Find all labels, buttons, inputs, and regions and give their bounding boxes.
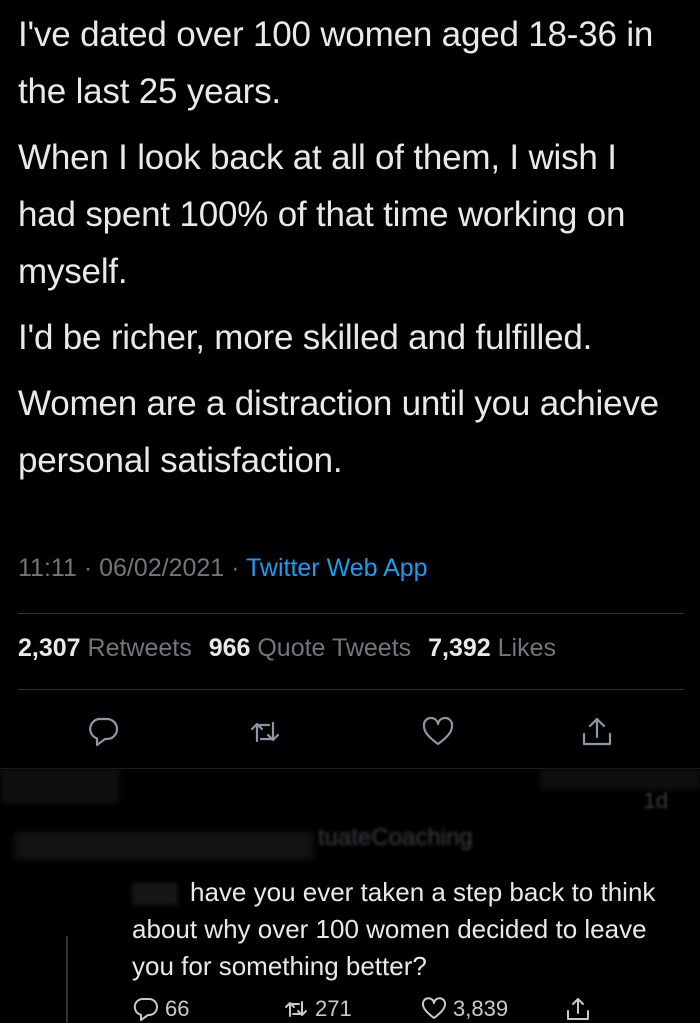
- reply-text-content: have you ever taken a step back to think…: [132, 877, 656, 981]
- quotes-label: Quote Tweets: [257, 634, 412, 662]
- blurred-region: [0, 768, 120, 804]
- tweet-source-link[interactable]: Twitter Web App: [246, 554, 428, 582]
- reply-icon: [89, 717, 119, 747]
- redacted-mention: [132, 883, 178, 906]
- share-button[interactable]: [575, 710, 619, 754]
- retweets-stat[interactable]: 2,307 Retweets: [18, 634, 192, 662]
- divider-bottom: [18, 689, 684, 690]
- tweet-meta: 11:11 · 06/02/2021 · Twitter Web App: [18, 554, 428, 583]
- reply-button[interactable]: [81, 710, 125, 754]
- like-button[interactable]: [416, 710, 460, 754]
- meta-separator-2: ·: [231, 554, 240, 582]
- tweet-time[interactable]: 11:11: [18, 554, 77, 582]
- reply-icon: [133, 997, 158, 1021]
- tweet-paragraph-1: I've dated over 100 women aged 18-36 in …: [18, 15, 654, 111]
- reply-share-button[interactable]: [565, 996, 591, 1022]
- reply-handle: tuateCoaching: [318, 824, 473, 851]
- tweet-paragraph-3: I'd be richer, more skilled and fulfille…: [18, 318, 593, 357]
- retweets-count: 2,307: [18, 634, 81, 662]
- reply-reply-count: 66: [165, 996, 190, 1021]
- divider-top: [18, 613, 684, 614]
- likes-stat[interactable]: 7,392 Likes: [428, 634, 556, 662]
- tweet-paragraph-4: Women are a distraction until you achiev…: [18, 384, 659, 480]
- retweet-icon: [285, 1001, 307, 1017]
- reply-tweet[interactable]: 1d tuateCoaching have you ever taken a s…: [0, 768, 700, 1023]
- reply-retweet-count: 271: [315, 996, 352, 1021]
- retweets-label: Retweets: [87, 634, 192, 662]
- reply-retweet-button[interactable]: 271: [283, 996, 352, 1022]
- tweet-action-bar: [0, 710, 700, 754]
- likes-label: Likes: [497, 634, 556, 662]
- retweet-button[interactable]: [243, 710, 287, 754]
- reply-text: have you ever taken a step back to think…: [132, 874, 684, 985]
- like-icon: [422, 716, 454, 746]
- reply-reply-button[interactable]: 66: [133, 996, 189, 1022]
- blurred-name: [14, 832, 314, 860]
- quotes-count: 966: [208, 634, 251, 662]
- likes-count: 7,392: [428, 634, 491, 662]
- reply-time: 1d: [643, 788, 668, 813]
- retweet-icon: [250, 721, 280, 743]
- quotes-stat[interactable]: 966 Quote Tweets: [209, 634, 411, 662]
- meta-separator: ·: [83, 554, 93, 582]
- tweet-date[interactable]: 06/02/2021: [99, 554, 224, 582]
- share-icon: [567, 998, 589, 1020]
- reply-like-count: 3,839: [453, 996, 509, 1021]
- tweet-paragraph-2: When I look back at all of them, I wish …: [18, 138, 626, 291]
- like-icon: [421, 997, 447, 1019]
- share-icon: [582, 717, 612, 746]
- reply-action-bar: 66 271 3,839: [0, 996, 700, 1023]
- tweet-body: I've dated over 100 women aged 18-36 in …: [18, 6, 682, 498]
- blurred-region-right: [540, 768, 700, 790]
- tweet-stats: 2,307 Retweets 966 Quote Tweets 7,392 Li…: [18, 634, 556, 663]
- reply-like-button[interactable]: 3,839: [421, 996, 508, 1022]
